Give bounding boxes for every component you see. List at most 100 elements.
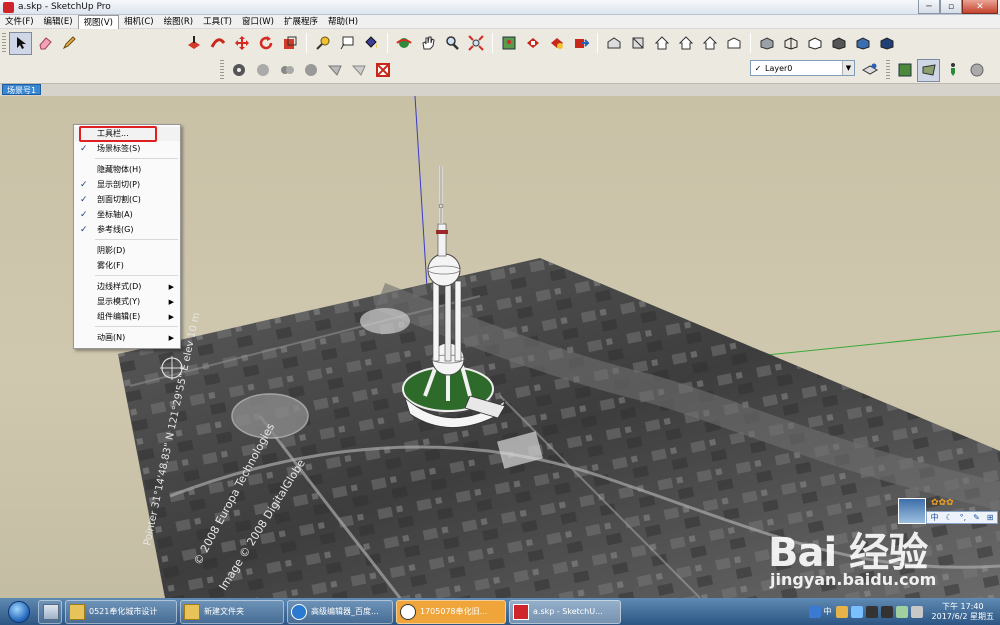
- paint-bucket-button[interactable]: [359, 32, 382, 55]
- push-pull-button[interactable]: [182, 32, 205, 55]
- keyboard-icon[interactable]: ⊞: [987, 513, 994, 522]
- view-menu-section-planes[interactable]: ✓ 显示剖切(P): [74, 178, 180, 192]
- rotate-button[interactable]: [254, 32, 277, 55]
- tool2-d-button[interactable]: [299, 59, 322, 82]
- tool2-g-button[interactable]: [371, 59, 394, 82]
- close-button[interactable]: ✕: [962, 0, 998, 14]
- view-menu-edge-style[interactable]: 边线样式(D) ▶: [74, 280, 180, 294]
- scene-tab-1[interactable]: 场景号1: [2, 84, 42, 95]
- xray-button[interactable]: [755, 32, 778, 55]
- monochrome-button[interactable]: [875, 32, 898, 55]
- signal-icon[interactable]: [895, 605, 908, 618]
- view-menu-hidden-geometry[interactable]: 隐藏物体(H): [74, 163, 180, 177]
- menu-file[interactable]: 文件(F): [0, 15, 39, 29]
- photo-textures-button[interactable]: [965, 59, 988, 82]
- toolbar-grip[interactable]: [2, 33, 6, 53]
- tray-ime-indicator[interactable]: 中: [824, 606, 832, 617]
- punctuation-icon[interactable]: °,: [960, 513, 967, 522]
- tool2-c-button[interactable]: [275, 59, 298, 82]
- system-tray: 中 下午 17:40 2017/6/2 星期五: [808, 598, 1000, 625]
- tool2-a-button[interactable]: [227, 59, 250, 82]
- maximize-button[interactable]: ▫: [940, 0, 962, 14]
- view-menu-animation[interactable]: 动画(N) ▶: [74, 331, 180, 345]
- tool2-b-button[interactable]: [251, 59, 274, 82]
- taskbar-button-chat[interactable]: 1705078奉化旧...: [396, 599, 506, 624]
- text-tool-button[interactable]: [335, 32, 358, 55]
- shaded-textures-button[interactable]: [851, 32, 874, 55]
- layer-manager-button[interactable]: [858, 58, 881, 81]
- taskbar-button-sketchup[interactable]: a.skp - SketchU...: [509, 599, 621, 624]
- view-menu-guides[interactable]: ✓ 参考线(G): [74, 223, 180, 237]
- add-location-button[interactable]: [917, 58, 940, 82]
- menu-draw[interactable]: 绘图(R): [159, 15, 199, 29]
- menu-tools[interactable]: 工具(T): [198, 15, 237, 29]
- volume-icon[interactable]: [910, 605, 923, 618]
- wrench-icon[interactable]: ✎: [973, 513, 980, 522]
- view-menu-shadows[interactable]: 阴影(D): [74, 244, 180, 258]
- ime-lang-indicator[interactable]: 中: [930, 512, 938, 523]
- clock[interactable]: 下午 17:40 2017/6/2 星期五: [932, 602, 994, 622]
- layer-selector[interactable]: ✓ Layer0 ▼: [750, 60, 855, 76]
- zoom-button[interactable]: [440, 32, 463, 55]
- top-view-button[interactable]: [626, 32, 649, 55]
- follow-me-button[interactable]: [206, 32, 229, 55]
- toolbar-grip[interactable]: [886, 60, 890, 80]
- taskbar-button-folder-2[interactable]: 新建文件夹: [180, 599, 284, 624]
- hidden-line-button[interactable]: [803, 32, 826, 55]
- qq-penguin-icon[interactable]: [865, 605, 878, 618]
- model-viewport[interactable]: Pointer 31°14'48.83" N 121°29'55" E elev…: [0, 96, 1000, 598]
- menu-help[interactable]: 帮助(H): [323, 15, 363, 29]
- tool2-e-button[interactable]: [323, 59, 346, 82]
- view-menu-section-cuts[interactable]: ✓ 剖面切割(C): [74, 193, 180, 207]
- menu-window[interactable]: 窗口(W): [237, 15, 279, 29]
- iso-view-button[interactable]: [602, 32, 625, 55]
- zoom-extents-button[interactable]: [464, 32, 487, 55]
- menu-edit[interactable]: 编辑(E): [39, 15, 78, 29]
- chevron-down-icon[interactable]: ▼: [842, 61, 854, 75]
- pan-button[interactable]: [416, 32, 439, 55]
- tray-arrow-icon[interactable]: [835, 605, 848, 618]
- taskbar-button-browser[interactable]: 高级编辑器_百度...: [287, 599, 393, 624]
- pencil-tool-button[interactable]: [57, 32, 80, 55]
- move-button[interactable]: [230, 32, 253, 55]
- menu-view[interactable]: 视图(V): [77, 14, 119, 29]
- search-q-icon[interactable]: [808, 605, 821, 618]
- select-tool-button[interactable]: [9, 31, 32, 55]
- ime-toolbar[interactable]: 中 ☾ °, ✎ ⊞: [926, 511, 998, 524]
- tool2-f-button[interactable]: [347, 59, 370, 82]
- start-button[interactable]: [0, 598, 38, 625]
- place-model-button[interactable]: [941, 59, 964, 82]
- right-view-button[interactable]: [674, 32, 697, 55]
- geo-location-button[interactable]: [497, 32, 520, 55]
- qq-penguin-icon-2[interactable]: [880, 605, 893, 618]
- send-to-layout-button[interactable]: [569, 32, 592, 55]
- wireframe-button[interactable]: [779, 32, 802, 55]
- chat-icon: [400, 603, 416, 620]
- view-menu-face-style[interactable]: 显示模式(Y) ▶: [74, 295, 180, 309]
- toolbar-grip[interactable]: [220, 60, 224, 80]
- back-view-button[interactable]: [698, 32, 721, 55]
- calculator-taskbar-button[interactable]: [38, 599, 62, 624]
- view-menu-scene-tabs[interactable]: ✓ 场景标签(S): [74, 142, 180, 156]
- view-menu-fog[interactable]: 雾化(F): [74, 259, 180, 273]
- shaded-button[interactable]: [827, 32, 850, 55]
- taskbar-button-folder-1[interactable]: 0521奉化城市设计: [65, 599, 177, 624]
- minimize-button[interactable]: ─: [918, 0, 940, 14]
- network-icon[interactable]: [850, 605, 863, 618]
- scale-button[interactable]: [278, 32, 301, 55]
- front-view-button[interactable]: [650, 32, 673, 55]
- view-menu-component-edit[interactable]: 组件编辑(E) ▶: [74, 310, 180, 324]
- orbit-button[interactable]: [392, 32, 415, 55]
- ime-widget[interactable]: ✿✿✿ 中 ☾ °, ✎ ⊞: [898, 498, 998, 526]
- toggle-terrain-button[interactable]: [893, 59, 916, 82]
- menu-extensions[interactable]: 扩展程序: [279, 15, 323, 29]
- menu-camera[interactable]: 相机(C): [119, 15, 159, 29]
- share-model-button[interactable]: [545, 32, 568, 55]
- left-view-button[interactable]: [722, 32, 745, 55]
- moon-icon[interactable]: ☾: [945, 513, 952, 522]
- get-models-button[interactable]: [521, 32, 544, 55]
- tape-measure-button[interactable]: [311, 32, 334, 55]
- browser-icon: [291, 603, 307, 620]
- view-menu-axes[interactable]: ✓ 坐标轴(A): [74, 208, 180, 222]
- eraser-tool-button[interactable]: [33, 32, 56, 55]
